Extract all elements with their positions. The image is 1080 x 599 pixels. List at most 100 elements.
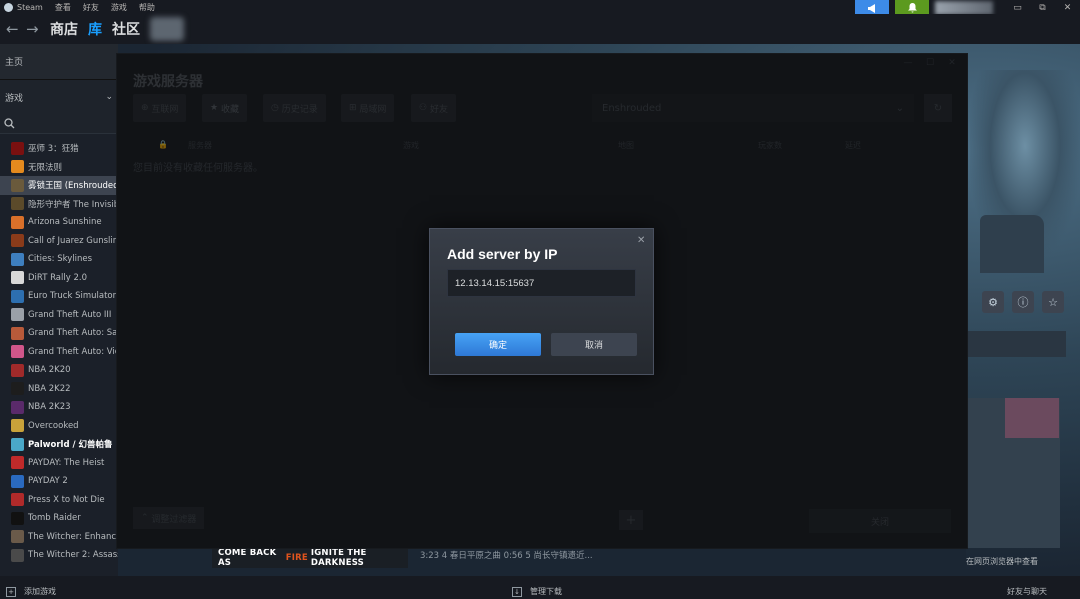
game-list-item[interactable]: 雾锁王国 (Enshrouded) [0, 176, 118, 195]
game-title: NBA 2K22 [28, 383, 71, 394]
cancel-button[interactable]: 取消 [551, 333, 637, 356]
sidebar-search[interactable] [0, 114, 118, 134]
game-list-item[interactable]: Palworld / 幻兽帕鲁 [0, 435, 118, 454]
game-list-item[interactable]: Overcooked [0, 417, 118, 436]
game-list-item[interactable]: DiRT Rally 2.0 [0, 269, 118, 288]
manage-downloads-button[interactable]: ↓ 管理下载 [512, 586, 562, 597]
news-banner-fire: FIRE [285, 553, 308, 563]
favorite-star-icon[interactable]: ☆ [1042, 291, 1064, 313]
dialog-title: Add server by IP [447, 246, 558, 262]
library-sidebar: 主页 游戏 ⌄ 巫师 3：狂猎 无限法则雾锁王国 (Enshrouded) 隐形守护… [0, 44, 118, 576]
game-icon [11, 493, 24, 507]
back-arrow-icon[interactable]: ← [6, 20, 20, 38]
plus-icon: + [6, 586, 16, 597]
download-icon: ↓ [512, 586, 522, 597]
ok-button[interactable]: 确定 [455, 333, 541, 356]
game-title: Euro Truck Simulator 2 [28, 291, 118, 302]
game-list-item[interactable]: NBA 2K23 [0, 398, 118, 417]
game-list-item[interactable]: PAYDAY 2 [0, 472, 118, 491]
game-title: Cities: Skylines [28, 254, 93, 265]
game-title: DiRT Rally 2.0 [28, 272, 87, 283]
game-title: Palworld / 幻兽帕鲁 [28, 440, 113, 451]
nav-row: ← → 商店 库 社区 [0, 14, 1080, 44]
game-title: The Witcher 2: Assassins of Kings Enhanc… [28, 550, 118, 561]
game-list-item[interactable]: Grand Theft Auto: San Andreas [0, 324, 118, 343]
info-icon[interactable]: ⓘ [1012, 291, 1034, 313]
game-title: Call of Juarez Gunslinger [28, 235, 118, 246]
game-title: Overcooked [28, 420, 79, 431]
right-panel-strip [966, 331, 1066, 357]
game-title: Press X to Not Die [28, 494, 105, 505]
news-banner[interactable]: COME BACK AS FIRE IGNITE THE DARKNESS [212, 548, 408, 568]
game-title: PAYDAY 2 [28, 476, 68, 487]
game-icon [11, 456, 24, 470]
chevron-down-icon: ⌄ [105, 92, 113, 102]
user-account-blurred[interactable] [935, 1, 993, 15]
game-list-item[interactable]: NBA 2K22 [0, 380, 118, 399]
game-list-item[interactable]: PAYDAY: The Heist [0, 454, 118, 473]
game-icon [11, 345, 24, 359]
game-list-item[interactable]: Cities: Skylines [0, 250, 118, 269]
menu-friends[interactable]: 好友 [83, 2, 99, 13]
game-list-item[interactable]: Arizona Sunshine [0, 213, 118, 232]
add-server-dialog: ✕ Add server by IP 确定 取消 [429, 228, 654, 375]
menu-help[interactable]: 帮助 [139, 2, 155, 13]
game-icon [11, 271, 24, 285]
server-ip-input[interactable] [447, 269, 636, 297]
nav-username-blurred[interactable] [150, 17, 184, 41]
game-icon [11, 178, 24, 192]
game-icon [11, 160, 24, 174]
nav-community[interactable]: 社区 [112, 19, 140, 39]
hero-art-stone [980, 215, 1044, 273]
game-list-item[interactable]: 巫师 3：狂猎 [0, 139, 118, 158]
game-icon [11, 419, 24, 433]
game-title: 巫师 3：狂猎 [28, 144, 79, 155]
menu-games[interactable]: 游戏 [111, 2, 127, 13]
game-list-item[interactable]: 隐形守护者 The Invisible Guardian [0, 195, 118, 214]
friends-chat-button[interactable]: 好友与聊天 [1007, 586, 1047, 597]
close-icon[interactable]: ✕ [637, 235, 645, 246]
game-icon [11, 197, 24, 211]
menu-steam[interactable]: Steam [17, 3, 43, 12]
game-title: 雾锁王国 (Enshrouded) [28, 181, 118, 192]
game-icon [11, 437, 24, 451]
game-list-item[interactable]: Euro Truck Simulator 2 [0, 287, 118, 306]
game-title: 无限法则 [28, 162, 63, 173]
game-icon [11, 400, 24, 414]
game-title: Grand Theft Auto: Vice City [28, 346, 118, 357]
game-icon [11, 326, 24, 340]
games-filter-label: 游戏 [5, 93, 24, 104]
steam-logo-icon [4, 2, 13, 12]
add-game-button[interactable]: + 添加游戏 [6, 586, 56, 597]
forward-arrow-icon[interactable]: → [26, 20, 40, 38]
news-banner-text: COME BACK AS [218, 548, 277, 568]
game-icon [11, 252, 24, 266]
view-in-browser-caption[interactable]: 在网页浏览器中查看 [966, 556, 1038, 567]
news-banner-text-2: IGNITE THE DARKNESS [310, 548, 367, 568]
status-bar: + 添加游戏 ↓ 管理下载 好友与聊天 [0, 576, 1080, 599]
settings-gear-icon[interactable]: ⚙ [982, 291, 1004, 313]
game-title: Grand Theft Auto III [28, 309, 112, 320]
nav-library[interactable]: 库 [88, 19, 102, 39]
game-list-item[interactable]: The Witcher: Enhanced Edition [0, 528, 118, 547]
search-icon [4, 118, 15, 129]
game-list-item[interactable]: 无限法则 [0, 158, 118, 177]
game-list-item[interactable]: Press X to Not Die [0, 491, 118, 510]
game-list-item[interactable]: Grand Theft Auto III [0, 306, 118, 325]
game-title: 隐形守护者 The Invisible Guardian [28, 199, 118, 210]
add-game-label: 添加游戏 [24, 587, 56, 596]
game-list-item[interactable]: NBA 2K20 [0, 361, 118, 380]
nav-store[interactable]: 商店 [50, 19, 78, 39]
game-list-item[interactable]: Grand Theft Auto: Vice City [0, 343, 118, 362]
game-list-item[interactable]: The Witcher 2: Assassins of Kings Enhanc… [0, 546, 118, 565]
game-list-item[interactable]: Call of Juarez Gunslinger [0, 232, 118, 251]
game-icon [11, 474, 24, 488]
sidebar-games-filter[interactable]: 游戏 ⌄ [0, 80, 118, 114]
game-icon [11, 382, 24, 396]
news-text[interactable]: 3:23 4 春日平原之曲 0:56 5 尚长守镇遗近... [420, 549, 593, 561]
sidebar-home[interactable]: 主页 [0, 44, 118, 80]
game-icon [11, 530, 24, 544]
game-list: 巫师 3：狂猎 无限法则雾锁王国 (Enshrouded) 隐形守护者 The In… [0, 134, 118, 565]
menu-view[interactable]: 查看 [55, 2, 71, 13]
game-list-item[interactable]: Tomb Raider [0, 509, 118, 528]
